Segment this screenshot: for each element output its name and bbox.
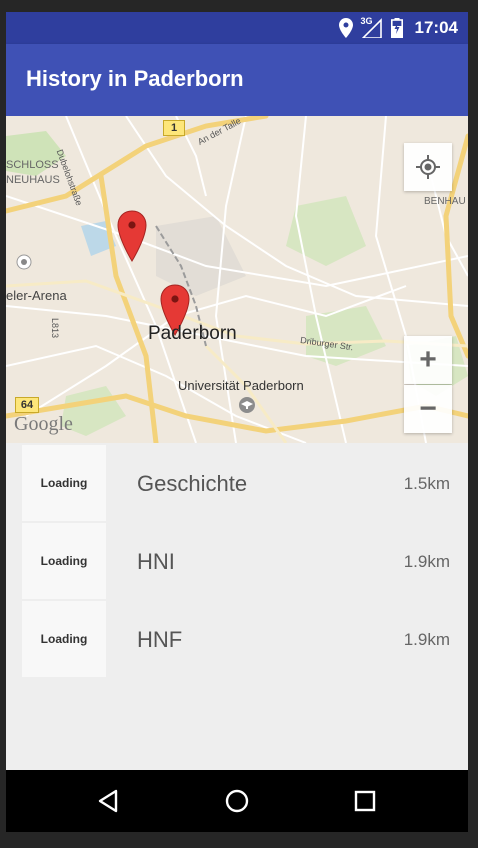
place-list: Loading Geschichte 1.5km Loading HNI 1.9… xyxy=(22,445,468,679)
zoom-in-button[interactable]: + xyxy=(404,336,452,384)
list-item[interactable]: Loading HNI 1.9km xyxy=(22,523,468,601)
list-item[interactable]: Loading Geschichte 1.5km xyxy=(22,445,468,523)
map-attribution: Google xyxy=(14,413,73,435)
place-name: HNI xyxy=(137,549,175,574)
place-distance: 1.9km xyxy=(403,552,450,571)
status-bar: 3G 17:04 xyxy=(6,12,468,44)
map-city-label: Paderborn xyxy=(148,323,237,344)
thumbnail-placeholder: Loading xyxy=(22,523,106,599)
map-label: Universität Paderborn xyxy=(178,378,304,393)
thumbnail-placeholder: Loading xyxy=(22,601,106,677)
map-label: NEUHAUS xyxy=(6,174,60,186)
status-time: 17:04 xyxy=(414,18,458,37)
place-name: Geschichte xyxy=(137,471,248,496)
place-distance: 1.5km xyxy=(403,474,450,493)
battery-charging-icon xyxy=(390,18,403,38)
university-icon xyxy=(239,397,255,413)
place-distance: 1.9km xyxy=(403,630,450,649)
zoom-out-button[interactable]: − xyxy=(404,385,452,433)
place-name: HNF xyxy=(137,627,183,652)
map-label: SCHLOSS xyxy=(6,159,59,171)
back-icon[interactable] xyxy=(94,786,124,816)
map-canvas[interactable] xyxy=(6,116,468,443)
device-screen: 3G 17:04 History in Paderborn 1 64 SCHLO… xyxy=(6,12,468,832)
map-label: L813 xyxy=(50,318,60,339)
my-location-button[interactable] xyxy=(404,143,452,191)
my-location-icon xyxy=(416,155,440,179)
road-shield: 1 xyxy=(163,120,185,136)
home-icon[interactable] xyxy=(222,786,252,816)
location-icon xyxy=(338,18,353,38)
signal-icon: 3G xyxy=(361,16,383,38)
road-shield: 64 xyxy=(15,397,39,413)
map-label: BENHAU xyxy=(424,196,466,207)
app-bar: History in Paderborn xyxy=(6,44,468,116)
recents-icon[interactable] xyxy=(350,786,380,816)
navigation-bar xyxy=(6,770,468,832)
list-item[interactable]: Loading HNF 1.9km xyxy=(22,601,468,679)
thumbnail-placeholder: Loading xyxy=(22,445,106,521)
map-label: eler-Arena xyxy=(6,288,67,303)
app-title: History in Paderborn xyxy=(26,66,244,91)
map-view[interactable]: 1 64 SCHLOSS NEUHAUS Dubelohstraße An de… xyxy=(6,116,468,443)
